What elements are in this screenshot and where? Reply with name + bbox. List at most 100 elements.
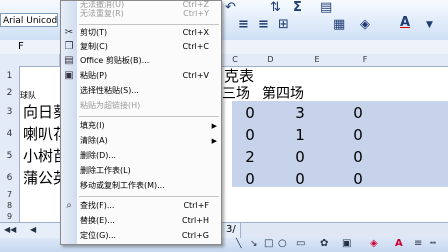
menu-item-label: 删除工作表(L) <box>80 166 131 175</box>
menu-item-label: 粘贴(P) <box>80 71 108 80</box>
undo-icon[interactable]: ↶ <box>225 0 236 16</box>
row-header[interactable]: 3 <box>0 101 20 124</box>
align-center-icon[interactable]: ≡ <box>258 17 269 33</box>
score-cell[interactable]: 0 <box>240 169 260 189</box>
score-cell[interactable]: 2 <box>240 147 260 167</box>
picture-icon[interactable]: ▣ <box>342 238 351 249</box>
score-cell[interactable]: 0 <box>348 125 368 145</box>
copy-icon: ❐ <box>64 41 74 52</box>
team-name[interactable]: 蒲公英 <box>23 168 61 188</box>
menu-item-find[interactable]: ⌕ 查找(F)... Ctrl+F <box>61 198 221 214</box>
fill-color-icon[interactable]: ◈ <box>360 17 370 33</box>
sum-icon[interactable]: Σ <box>293 0 302 16</box>
merge-icon[interactable]: ⊞ <box>278 17 289 33</box>
menu-item-label: 选择性粘贴(S)... <box>80 86 139 95</box>
menu-item-label: 替换(E)... <box>80 216 115 225</box>
clipboard-icon: ▤ <box>64 55 74 66</box>
col-header[interactable] <box>19 54 60 67</box>
score-cell[interactable]: 0 <box>348 169 368 189</box>
menu-item-label: 定位(G)... <box>80 231 117 240</box>
menu-item-label: 无法重复(R) <box>80 9 124 18</box>
menu-item-delete[interactable]: 删除(D)... <box>61 148 221 164</box>
align-left-icon[interactable]: ≡ <box>238 17 249 33</box>
rectangle-icon[interactable]: □ <box>264 238 273 249</box>
col-header-f[interactable]: F <box>341 54 390 67</box>
line-style-icon[interactable]: ≡ <box>414 238 422 249</box>
menu-item-paste[interactable]: ▣ 粘贴(P) Ctrl+V <box>61 68 221 84</box>
selected-range[interactable] <box>232 101 448 187</box>
menu-item-label: 查找(F)... <box>80 201 115 210</box>
horizontal-scrollbar[interactable] <box>240 223 448 238</box>
row-header[interactable]: 1 <box>0 66 20 87</box>
arrow-icon[interactable]: ↘ <box>250 239 258 249</box>
textbox-icon[interactable]: ▭ <box>296 238 305 249</box>
menu-item-label: 粘贴为超链接(H) <box>80 101 141 110</box>
paste-icon: ▣ <box>64 70 74 81</box>
col-header-d[interactable]: D <box>248 54 294 67</box>
sheet-tab[interactable]: 3/ <box>226 224 236 235</box>
sort-icon[interactable]: ⇅ <box>270 0 281 16</box>
score-cell[interactable]: 3 <box>290 103 310 123</box>
menu-item-shortcut: Ctrl+G <box>181 231 209 240</box>
col-header[interactable] <box>389 54 448 67</box>
menu-item-office-clipboard[interactable]: ▤ Office 剪贴板(B)... <box>61 53 221 69</box>
font-color-icon[interactable]: A <box>395 238 403 249</box>
menu-item-shortcut: Ctrl+H <box>182 216 209 225</box>
row-header[interactable]: 5 <box>0 145 20 168</box>
menu-item-fill[interactable]: 填充(I) ▶ <box>61 118 221 134</box>
menu-item-label: 删除(D)... <box>80 151 117 160</box>
menu-item-goto[interactable]: 定位(G)... Ctrl+G <box>61 228 221 244</box>
score-cell[interactable]: 0 <box>348 103 368 123</box>
menu-item-delete-sheet[interactable]: 删除工作表(L) <box>61 163 221 179</box>
submenu-arrow-icon: ▶ <box>211 122 217 130</box>
menu-separator <box>79 116 219 117</box>
borders-icon[interactable]: ▦ <box>333 17 345 33</box>
score-cell[interactable]: 0 <box>290 169 310 189</box>
menu-item-shortcut: Ctrl+F <box>183 201 209 210</box>
chevron-down-icon[interactable]: ▼ <box>426 17 433 33</box>
col-header-e[interactable]: E <box>293 54 342 67</box>
oval-icon[interactable]: ○ <box>278 238 287 249</box>
sheet-title: 克表 <box>224 67 255 85</box>
score-cell[interactable]: 0 <box>240 103 260 123</box>
score-cell[interactable]: 1 <box>290 125 310 145</box>
menu-item-shortcut: Ctrl+V <box>182 71 209 80</box>
team-column-label: 球队 <box>20 91 36 100</box>
score-cell[interactable]: 0 <box>290 147 310 167</box>
menu-item-clear[interactable]: 清除(A) ▶ <box>61 133 221 149</box>
chart-icon[interactable]: ▤ <box>320 0 332 16</box>
menu-item-label: 填充(I) <box>80 121 105 130</box>
context-menu: 无法撤消(U) Ctrl+Z 无法重复(R) Ctrl+Y ✂ 剪切(T) Ct… <box>60 0 222 245</box>
fill-color-icon[interactable]: ◈ <box>370 238 378 249</box>
menu-item-label: Office 剪贴板(B)... <box>80 56 150 65</box>
font-color-icon[interactable]: A <box>400 15 410 31</box>
clipart-icon[interactable]: ✿ <box>320 238 328 249</box>
scissors-icon: ✂ <box>64 27 74 38</box>
status-left <box>0 240 60 252</box>
menu-item-shortcut: Ctrl+Y <box>183 9 209 18</box>
menu-item-redo[interactable]: 无法重复(R) Ctrl+Y <box>61 6 221 22</box>
submenu-arrow-icon: ▶ <box>211 137 217 145</box>
dash-style-icon[interactable]: ┅ <box>430 238 436 249</box>
row-header[interactable]: 4 <box>0 123 20 146</box>
menu-separator <box>79 196 219 197</box>
font-name-combo[interactable]: Arial Unicod <box>0 13 58 27</box>
team-name[interactable]: 喇叭花 <box>23 124 61 144</box>
team-name[interactable]: 小树苗 <box>23 146 61 166</box>
row-header[interactable]: 6 <box>0 167 20 190</box>
line-icon[interactable]: ╲ <box>236 239 241 249</box>
first-sheet-icon[interactable]: ◀◀ <box>4 225 16 234</box>
score-cell[interactable]: 0 <box>348 147 368 167</box>
find-icon: ⌕ <box>66 200 72 211</box>
row-header[interactable]: 2 <box>0 86 20 102</box>
menu-item-replace[interactable]: 替换(E)... Ctrl+H <box>61 213 221 229</box>
team-name[interactable]: 向日葵 <box>23 102 61 122</box>
menu-item-paste-hyperlink[interactable]: 粘贴为超链接(H) <box>61 98 221 114</box>
menu-item-paste-special[interactable]: 选择性粘贴(S)... <box>61 83 221 99</box>
menu-item-move-copy-sheet[interactable]: 移动或复制工作表(M)... <box>61 178 221 194</box>
prev-sheet-icon[interactable]: ◀ <box>30 225 36 234</box>
excel-window: Arial Unicod ↶ ⇅ Σ ▤ ≡ ≡ ⊞ ▦ ◈ A ▼ F C D… <box>0 0 448 252</box>
menu-item-label: 移动或复制工作表(M)... <box>80 181 165 190</box>
score-cell[interactable]: 0 <box>240 125 260 145</box>
name-box[interactable]: F <box>18 40 24 54</box>
